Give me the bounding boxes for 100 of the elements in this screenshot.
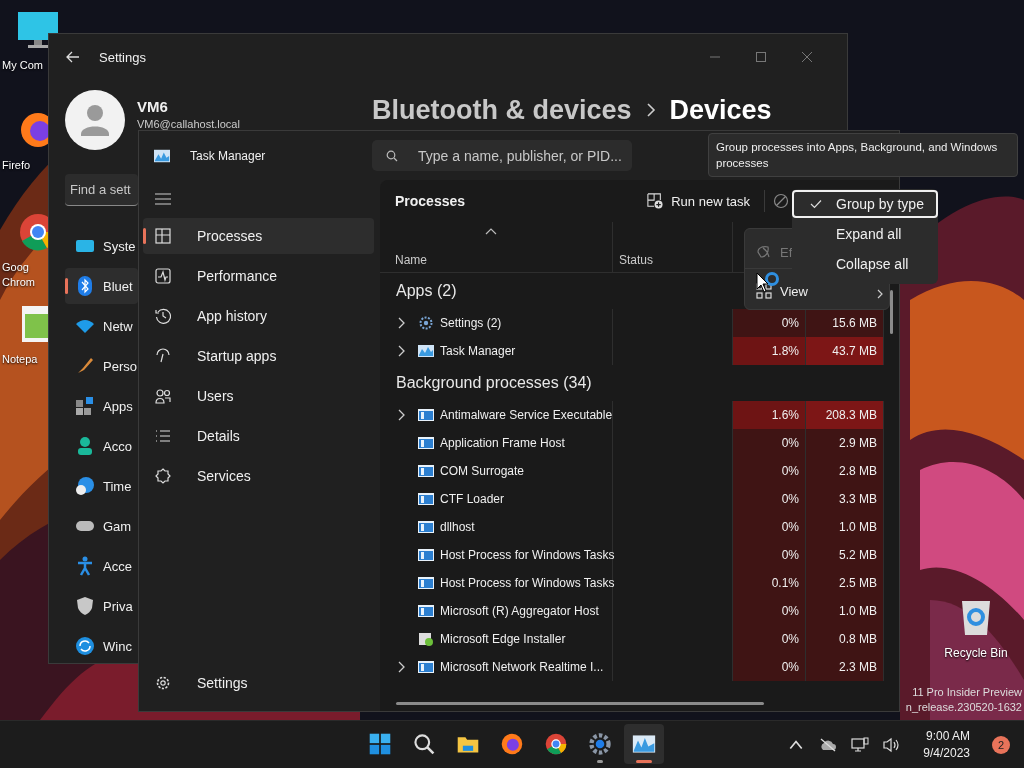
menu-item[interactable]: Group by type bbox=[792, 190, 938, 218]
nav-item[interactable]: Acco bbox=[65, 428, 138, 464]
nav-icon bbox=[155, 468, 171, 484]
horizontal-scrollbar[interactable] bbox=[396, 702, 764, 705]
breadcrumb-link[interactable]: Bluetooth & devices bbox=[372, 94, 632, 126]
cloud-off-icon[interactable] bbox=[819, 736, 838, 753]
process-row[interactable]: Settings (2) 0% 15.6 MB bbox=[380, 309, 899, 337]
gear-icon bbox=[588, 732, 612, 756]
expand-chevron-icon[interactable] bbox=[397, 409, 405, 421]
memory-cell: 2.3 MB bbox=[806, 653, 884, 681]
notification-badge[interactable]: 2 bbox=[992, 735, 1010, 754]
maximize-icon[interactable] bbox=[755, 51, 767, 63]
page-title: Processes bbox=[395, 193, 466, 209]
group-heading: Background processes (34) bbox=[396, 374, 592, 392]
nav-item[interactable]: Acce bbox=[65, 548, 138, 584]
process-row[interactable]: COM Surrogate 0% 2.8 MB bbox=[380, 457, 899, 485]
menu-item[interactable]: Expand all bbox=[792, 220, 938, 248]
nav-item[interactable]: Time bbox=[65, 468, 138, 504]
search-field[interactable]: Find a sett bbox=[65, 174, 138, 206]
memory-cell: 1.0 MB bbox=[806, 597, 884, 625]
search-field[interactable]: Type a name, publisher, or PID... bbox=[372, 140, 632, 171]
settings-nav-item[interactable]: Settings bbox=[143, 665, 374, 701]
checkmark-icon bbox=[810, 199, 822, 209]
cpu-cell: 0% bbox=[733, 625, 806, 653]
network-icon[interactable] bbox=[851, 736, 870, 753]
nav-item[interactable]: Priva bbox=[65, 588, 138, 624]
process-name: Antimalware Service Executable bbox=[440, 408, 613, 422]
process-row[interactable]: Microsoft Edge Installer 0% 0.8 MB bbox=[380, 625, 899, 653]
desktop-icon-label[interactable]: Recycle Bin bbox=[944, 646, 1008, 661]
memory-cell: 2.9 MB bbox=[806, 429, 884, 457]
nav-item[interactable]: Processes bbox=[143, 218, 374, 254]
nav-item[interactable]: Winc bbox=[65, 628, 138, 664]
nav-icon bbox=[155, 308, 171, 324]
chrome-icon bbox=[544, 732, 568, 756]
process-row[interactable]: Task Manager 1.8% 43.7 MB bbox=[380, 337, 899, 365]
nav-icon bbox=[155, 348, 171, 364]
nav-item[interactable]: Apps bbox=[65, 388, 138, 424]
desktop-icon-label[interactable]: My Com bbox=[2, 58, 46, 73]
run-new-task-button[interactable]: Run new task bbox=[639, 189, 758, 213]
memory-cell: 3.3 MB bbox=[806, 485, 884, 513]
process-icon bbox=[418, 464, 434, 478]
nav-icon bbox=[155, 228, 171, 244]
process-row[interactable]: Microsoft Network Realtime I... 0% 2.3 MB bbox=[380, 653, 899, 681]
cpu-cell: 0% bbox=[733, 653, 806, 681]
process-icon bbox=[418, 548, 434, 562]
nav-item[interactable]: App history bbox=[143, 298, 374, 334]
nav-item[interactable]: Performance bbox=[143, 258, 374, 294]
memory-cell: 15.6 MB bbox=[806, 309, 884, 337]
nav-item[interactable]: Startup apps bbox=[143, 338, 374, 374]
search-icon bbox=[412, 732, 436, 756]
process-name: Microsoft Network Realtime I... bbox=[440, 660, 604, 674]
cpu-cell: 0% bbox=[733, 597, 806, 625]
blocked-icon[interactable] bbox=[773, 193, 789, 209]
menu-icon[interactable] bbox=[155, 193, 171, 205]
speaker-icon[interactable] bbox=[883, 736, 902, 753]
menu-item[interactable]: Collapse all bbox=[792, 250, 938, 278]
nav-item[interactable]: Users bbox=[143, 378, 374, 414]
nav-item[interactable]: Netw bbox=[65, 308, 138, 344]
monitor-icon[interactable] bbox=[16, 10, 60, 50]
settings-category-icon bbox=[75, 556, 95, 576]
taskbar-button[interactable] bbox=[624, 724, 664, 764]
nav-item[interactable]: Details bbox=[143, 418, 374, 454]
desktop-icon-label[interactable]: Notepa bbox=[2, 352, 46, 367]
process-row[interactable]: Antimalware Service Executable 1.6% 208.3 MB bbox=[380, 401, 899, 429]
nav-item[interactable]: Perso bbox=[65, 348, 138, 384]
avatar-icon bbox=[65, 90, 125, 150]
nav-item[interactable]: Gam bbox=[65, 508, 138, 544]
expand-chevron-icon[interactable] bbox=[397, 345, 405, 357]
process-row[interactable]: Microsoft (R) Aggregator Host 0% 1.0 MB bbox=[380, 597, 899, 625]
back-arrow-icon[interactable] bbox=[65, 49, 81, 65]
desktop-icon-label[interactable]: Firefo bbox=[2, 158, 46, 173]
expand-chevron-icon[interactable] bbox=[397, 317, 405, 329]
settings-category-icon bbox=[75, 436, 95, 456]
process-icon bbox=[418, 604, 434, 618]
process-row[interactable]: Host Process for Windows Tasks 0% 5.2 MB bbox=[380, 541, 899, 569]
process-row[interactable]: CTF Loader 0% 3.3 MB bbox=[380, 485, 899, 513]
expand-chevron-icon[interactable] bbox=[397, 661, 405, 673]
process-row[interactable]: Application Frame Host 0% 2.9 MB bbox=[380, 429, 899, 457]
window-title: Settings bbox=[99, 49, 146, 65]
windows-logo-icon bbox=[368, 732, 392, 756]
group-heading: Apps (2) bbox=[396, 282, 457, 300]
cpu-cell: 1.6% bbox=[733, 401, 806, 429]
nav-item[interactable]: Syste bbox=[65, 228, 138, 264]
memory-cell: 2.5 MB bbox=[806, 569, 884, 597]
process-row[interactable]: Host Process for Windows Tasks 0.1% 2.5 MB bbox=[380, 569, 899, 597]
column-header[interactable]: Name bbox=[395, 253, 427, 267]
grid-icon bbox=[756, 283, 772, 299]
nav-item[interactable]: Services bbox=[143, 458, 374, 494]
process-name: Host Process for Windows Tasks bbox=[440, 576, 615, 590]
clock[interactable]: 9:00 AM 9/4/2023 bbox=[923, 727, 970, 762]
process-row[interactable]: dllhost 0% 1.0 MB bbox=[380, 513, 899, 541]
nav-item[interactable]: Bluet bbox=[65, 268, 138, 304]
chevron-right-icon bbox=[877, 289, 883, 299]
desktop-icon-label[interactable]: Goog Chrom bbox=[2, 260, 46, 290]
process-icon bbox=[418, 660, 434, 674]
close-icon[interactable] bbox=[801, 51, 813, 63]
sort-caret-icon bbox=[485, 228, 497, 235]
process-name: Microsoft (R) Aggregator Host bbox=[440, 604, 599, 618]
column-header[interactable]: Status bbox=[619, 253, 654, 267]
vertical-scrollbar[interactable] bbox=[890, 290, 893, 334]
